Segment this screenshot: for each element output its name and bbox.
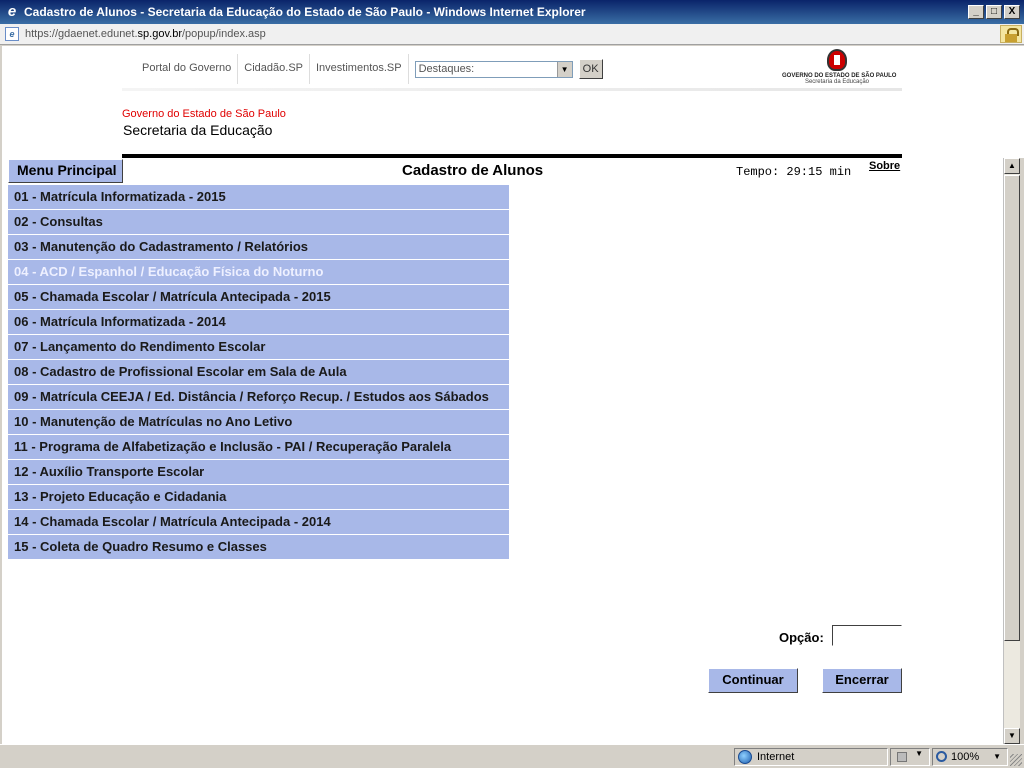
link-portal-governo[interactable]: Portal do Governo [122,54,239,84]
chevron-down-icon[interactable]: ▼ [915,749,923,758]
menu-item-08[interactable]: 08 - Cadastro de Profissional Escolar em… [8,360,509,384]
page-viewport: Portal do Governo Cidadão.SP Investiment… [2,46,1003,744]
menu-item-01[interactable]: 01 - Matrícula Informatizada - 2015 [8,185,509,209]
url-domain: sp.gov.br [137,28,182,40]
url-path: /popup/index.asp [181,28,266,40]
url-prefix: https://gdaenet.edunet. [25,28,138,40]
ie-logo-icon: e [7,3,17,20]
menu-item-04[interactable]: 04 - ACD / Espanhol / Educação Física do… [8,260,509,284]
zoom-icon [936,751,947,762]
security-lock-icon[interactable] [1000,25,1022,43]
destaques-value: Destaques: [418,62,475,75]
zoom-level: 100% [951,751,980,763]
menu-item-12[interactable]: 12 - Auxílio Transporte Escolar [8,460,509,484]
secretariat-name: Secretaria da Educação [123,122,273,138]
menu-item-02[interactable]: 02 - Consultas [8,210,509,234]
menu-item-07[interactable]: 07 - Lançamento do Rendimento Escolar [8,335,509,359]
opcao-input[interactable] [832,625,902,646]
continuar-button[interactable]: Continuar [708,668,798,693]
window-title: Cadastro de Alunos - Secretaria da Educa… [24,5,586,19]
header-links: Portal do Governo Cidadão.SP Investiment… [122,54,603,84]
status-bar: Internet ▼ 100% ▼ [0,744,1024,768]
padlock-icon [897,752,907,762]
menu-item-03[interactable]: 03 - Manutenção do Cadastramento / Relat… [8,235,509,259]
menu-item-05[interactable]: 05 - Chamada Escolar / Matrícula Antecip… [8,285,509,309]
protected-mode[interactable]: ▼ [890,748,930,766]
resize-grip-icon[interactable] [1010,754,1022,766]
security-zone[interactable]: Internet [734,748,888,766]
session-timer: Tempo: 29:15 min [736,165,852,179]
scroll-thumb[interactable] [1004,175,1020,641]
page-icon: e [5,27,19,41]
maximize-button[interactable]: □ [986,5,1002,19]
viewport-corner [1003,46,1024,158]
page-title: Cadastro de Alunos [402,162,544,179]
menu-item-11[interactable]: 11 - Programa de Alfabetização e Inclusã… [8,435,509,459]
menu-item-06[interactable]: 06 - Matrícula Informatizada - 2014 [8,310,509,334]
encerrar-button[interactable]: Encerrar [822,668,902,693]
opcao-label: Opção: [779,630,824,645]
menu-item-14[interactable]: 14 - Chamada Escolar / Matrícula Antecip… [8,510,509,534]
menu-item-09[interactable]: 09 - Matrícula CEEJA / Ed. Distância / R… [8,385,509,409]
scroll-down-icon[interactable]: ▼ [1004,728,1020,744]
address-bar[interactable]: e https://gdaenet.edunet.sp.gov.br/popup… [0,24,1024,45]
destaques-select[interactable]: Destaques: ▼ [414,60,573,78]
menu-principal-button[interactable]: Menu Principal [8,159,123,183]
menu-item-15[interactable]: 15 - Coleta de Quadro Resumo e Classes [8,535,509,559]
chevron-down-icon[interactable]: ▼ [993,749,1001,765]
main-menu-list: 01 - Matrícula Informatizada - 2015 02 -… [8,185,509,560]
window-titlebar: e Cadastro de Alunos - Secretaria da Edu… [0,0,1024,24]
zoom-control[interactable]: 100% ▼ [932,748,1008,766]
vertical-scrollbar[interactable]: ▲ ▼ [1003,158,1020,744]
link-cidadao-sp[interactable]: Cidadão.SP [238,54,310,84]
window-right-edge [1020,158,1024,744]
header-rule [122,154,902,158]
close-button[interactable]: X [1004,5,1020,19]
minimize-button[interactable]: _ [968,5,984,19]
scroll-up-icon[interactable]: ▲ [1004,158,1020,174]
url-text[interactable]: https://gdaenet.edunet.sp.gov.br/popup/i… [25,28,1000,40]
coat-of-arms-icon [827,49,847,71]
government-logo: GOVERNO DO ESTADO DE SÃO PAULO Secretari… [782,49,896,89]
logo-text-line2: Secretaria da Educação [804,79,870,85]
ok-button[interactable]: OK [578,59,603,79]
menu-item-13[interactable]: 13 - Projeto Educação e Cidadania [8,485,509,509]
government-name: Governo do Estado de São Paulo [122,108,286,120]
window-controls: _ □ X [968,5,1020,19]
sobre-link[interactable]: Sobre [869,160,900,172]
link-investimentos-sp[interactable]: Investimentos.SP [310,54,409,84]
menu-item-10[interactable]: 10 - Manutenção de Matrículas no Ano Let… [8,410,509,434]
globe-icon [738,750,752,764]
chevron-down-icon[interactable]: ▼ [556,61,572,77]
zone-label: Internet [757,751,795,763]
